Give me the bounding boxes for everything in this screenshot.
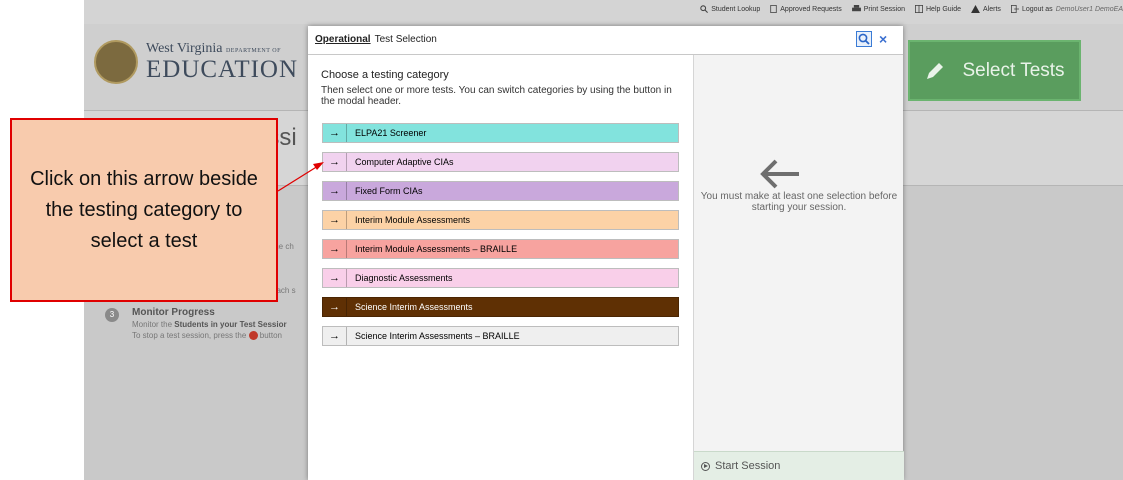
top-bar: Student Lookup Approved Requests Print S… bbox=[84, 0, 1123, 24]
category-instructions: Then select one or more tests. You can s… bbox=[321, 85, 672, 107]
help-guide-link[interactable]: Help Guide bbox=[915, 5, 961, 13]
category-row[interactable]: → Science Interim Assessments – BRAILLE bbox=[322, 326, 679, 346]
monitor-progress-heading: Monitor Progress bbox=[132, 307, 215, 318]
category-label: Science Interim Assessments bbox=[355, 302, 473, 312]
logo-dept: DEPARTMENT OF bbox=[225, 48, 281, 54]
category-label: ELPA21 Screener bbox=[355, 128, 427, 138]
pencil-icon bbox=[927, 62, 944, 79]
arrow-right-icon[interactable]: → bbox=[323, 182, 347, 200]
stop-icon bbox=[248, 331, 258, 341]
modal-title: Operational Test Selection bbox=[315, 34, 437, 45]
logout-link[interactable]: Logout as DemoUser1 DemoEA bbox=[1010, 5, 1123, 13]
category-label: Interim Module Assessments – BRAILLE bbox=[355, 244, 518, 254]
start-session-label: Start Session bbox=[715, 460, 781, 472]
student-lookup-link[interactable]: Student Lookup bbox=[700, 5, 760, 13]
test-selection-modal: Operational Test Selection × Choose a tes… bbox=[308, 26, 904, 480]
arrow-left-icon bbox=[760, 159, 799, 189]
warning-icon bbox=[971, 5, 980, 13]
step-number-badge: 3 bbox=[105, 308, 119, 322]
modal-title-text: Test Selection bbox=[374, 34, 437, 45]
category-pane: Choose a testing category Then select on… bbox=[308, 55, 693, 480]
alerts-label: Alerts bbox=[983, 5, 1001, 13]
category-row[interactable]: → Interim Module Assessments – BRAILLE bbox=[322, 239, 679, 259]
arrow-right-icon[interactable]: → bbox=[323, 153, 347, 171]
state-seal-icon bbox=[94, 40, 138, 84]
top-nav: Student Lookup Approved Requests Print S… bbox=[700, 5, 1123, 13]
monitor-line-2: To stop a test session, press the button bbox=[132, 331, 282, 341]
print-session-link[interactable]: Print Session bbox=[851, 5, 905, 13]
search-icon bbox=[858, 33, 870, 45]
category-row[interactable]: → Fixed Form CIAs bbox=[322, 181, 679, 201]
logout-icon bbox=[1010, 5, 1019, 13]
arrow-right-icon[interactable]: → bbox=[323, 298, 347, 316]
arrow-right-icon[interactable]: → bbox=[323, 124, 347, 142]
document-icon bbox=[770, 5, 777, 13]
modal-header: Operational Test Selection × bbox=[308, 26, 903, 55]
category-row[interactable]: → Diagnostic Assessments bbox=[322, 268, 679, 288]
arrow-right-icon[interactable]: → bbox=[323, 211, 347, 229]
start-session-button[interactable]: Start Session bbox=[694, 451, 904, 480]
logo-education: EDUCATION bbox=[146, 56, 299, 83]
printer-icon bbox=[851, 5, 861, 12]
category-row[interactable]: → ELPA21 Screener bbox=[322, 123, 679, 143]
logout-label: Logout as bbox=[1021, 5, 1053, 13]
wv-education-logo: West Virginia DEPARTMENT OF EDUCATION bbox=[94, 40, 298, 84]
category-row[interactable]: → Interim Module Assessments bbox=[322, 210, 679, 230]
select-tests-label: Select Tests bbox=[962, 59, 1065, 81]
logo-state: West Virginia bbox=[146, 41, 223, 56]
category-row[interactable]: → Computer Adaptive CIAs bbox=[322, 152, 679, 172]
alerts-link[interactable]: Alerts bbox=[971, 5, 1001, 13]
instruction-callout: Click on this arrow beside the testing c… bbox=[10, 118, 278, 302]
category-label: Interim Module Assessments bbox=[355, 215, 471, 225]
print-session-label: Print Session bbox=[863, 5, 905, 13]
selection-pane: You must make at least one selection bef… bbox=[693, 55, 904, 480]
search-icon bbox=[700, 5, 709, 13]
close-button[interactable]: × bbox=[879, 31, 887, 47]
user-name: DemoUser1 DemoEA bbox=[1055, 5, 1123, 13]
student-lookup-label: Student Lookup bbox=[711, 5, 761, 13]
arrow-right-icon[interactable]: → bbox=[323, 269, 347, 287]
monitor-line-1: Monitor the Students in your Test Sessio… bbox=[132, 320, 287, 329]
category-switch-link[interactable]: Operational bbox=[315, 34, 371, 45]
arrow-right-icon[interactable]: → bbox=[323, 327, 347, 345]
help-guide-label: Help Guide bbox=[926, 5, 962, 13]
search-button[interactable] bbox=[856, 31, 872, 47]
category-label: Science Interim Assessments – BRAILLE bbox=[355, 331, 520, 341]
category-label: Fixed Form CIAs bbox=[355, 186, 423, 196]
selection-required-message: You must make at least one selection bef… bbox=[700, 191, 898, 213]
choose-category-heading: Choose a testing category bbox=[321, 69, 449, 81]
arrow-right-icon[interactable]: → bbox=[323, 240, 347, 258]
select-tests-button[interactable]: Select Tests bbox=[908, 40, 1081, 101]
category-row[interactable]: → Science Interim Assessments bbox=[322, 297, 679, 317]
book-icon bbox=[915, 5, 923, 13]
play-icon bbox=[701, 461, 710, 471]
approved-requests-link[interactable]: Approved Requests bbox=[770, 5, 842, 13]
approved-requests-label: Approved Requests bbox=[780, 5, 842, 13]
category-label: Computer Adaptive CIAs bbox=[355, 157, 454, 167]
category-label: Diagnostic Assessments bbox=[355, 273, 453, 283]
